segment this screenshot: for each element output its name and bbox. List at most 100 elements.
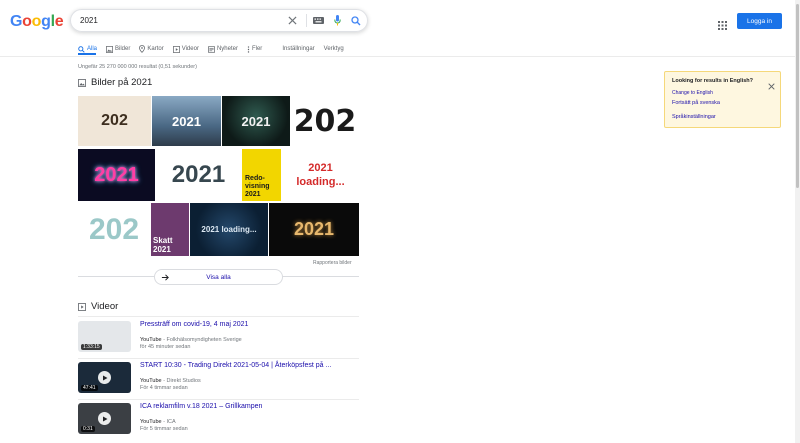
search-divider [306, 14, 307, 27]
image-text: Skatt 2021 [153, 236, 173, 254]
video-platform: YouTube [140, 337, 162, 343]
image-result[interactable]: Redo-visning 2021 [242, 149, 281, 201]
image-result[interactable]: 202 [78, 203, 150, 256]
microphone-icon[interactable] [329, 13, 345, 29]
logo-letter: e [54, 13, 64, 30]
image-text: 2021 [171, 161, 226, 188]
image-icon [78, 78, 86, 87]
video-time: för 45 minuter sedan [140, 344, 191, 350]
video-title[interactable]: Pressträff om covid-19, 4 maj 2021 [140, 321, 248, 328]
video-channel: ICA [166, 419, 176, 425]
video-channel: Folkhälsomyndigheten Sverige [166, 337, 242, 343]
continue-swedish-link[interactable]: Fortsätt på svenska [672, 100, 720, 106]
image-icon [106, 45, 113, 53]
video-duration: 0:31 [81, 426, 95, 432]
language-suggestion-box: Looking for results in English? Change t… [664, 71, 781, 128]
image-result[interactable]: 2021 [269, 203, 359, 256]
video-channel: Direkt Studios [166, 378, 201, 384]
video-icon [172, 45, 180, 53]
scrollbar[interactable] [795, 0, 800, 443]
video-result[interactable]: 0:31 ICA reklamfilm v.18 2021 – Grillkam… [78, 403, 359, 442]
video-duration: 1:33:15 [81, 344, 102, 350]
language-settings-link[interactable]: Språkinställningar [672, 114, 716, 120]
image-result[interactable]: 2021 [152, 96, 221, 146]
tab-more[interactable]: Fler [247, 45, 262, 53]
video-divider [78, 399, 359, 400]
video-time: För 5 timmar sedan [140, 426, 188, 432]
image-text: 2021 loading... [296, 162, 345, 188]
video-source: YouTube · Direkt Studios [140, 378, 201, 384]
arrow-right-icon [161, 274, 169, 281]
video-time: För 4 timmar sedan [140, 385, 188, 391]
tab-images[interactable]: Bilder [106, 45, 131, 53]
images-section-title: Bilder på 2021 [78, 77, 152, 88]
image-result[interactable]: 2021 [156, 149, 241, 201]
videos-divider [78, 316, 359, 317]
image-result[interactable]: 2021 loading... [190, 203, 268, 256]
login-button[interactable]: Logga in [737, 13, 782, 29]
image-result[interactable]: 2021 loading... [282, 149, 359, 201]
section-heading: Videor [91, 301, 119, 312]
tab-label: Nyheter [216, 46, 238, 52]
search-input[interactable]: 2021 [80, 16, 284, 25]
image-text: Redo-visning 2021 [245, 175, 270, 198]
tab-label: Alla [87, 46, 98, 52]
video-result[interactable]: 1:33:15 Pressträff om covid-19, 4 maj 20… [78, 321, 359, 360]
play-icon [98, 371, 111, 384]
image-text: 2021 [94, 163, 139, 186]
play-icon [98, 412, 111, 425]
map-pin-icon [139, 45, 146, 53]
image-result[interactable]: 2021 [222, 96, 290, 146]
image-result[interactable]: Skatt 2021 [151, 203, 189, 256]
image-text: 202 [293, 103, 357, 139]
image-result[interactable]: 202 [291, 96, 359, 146]
video-thumbnail[interactable]: 47:41 [78, 362, 131, 393]
video-platform: YouTube [140, 419, 162, 425]
result-stats: Ungefär 25 270 000 000 resultat (0,51 se… [78, 64, 197, 70]
change-to-english-link[interactable]: Change to English [672, 90, 713, 96]
video-source: YouTube · Folkhälsomyndigheten Sverige [140, 337, 242, 343]
video-thumbnail[interactable]: 1:33:15 [78, 321, 131, 352]
video-title[interactable]: START 10:30 - Trading Direkt 2021-05-04 … [140, 362, 331, 369]
search-icon[interactable] [348, 13, 364, 29]
header-divider [0, 56, 795, 57]
tab-videos[interactable]: Videor [172, 45, 199, 53]
logo-letter: g [41, 13, 51, 30]
google-logo[interactable]: Google [10, 13, 64, 31]
image-result[interactable]: 202 [78, 96, 151, 146]
image-result[interactable]: 2021 [78, 149, 155, 201]
language-question: Looking for results in English? [672, 78, 753, 84]
report-images-link[interactable]: Rapportera bilder [313, 260, 352, 266]
video-source: YouTube · ICA [140, 419, 176, 425]
more-vert-icon [247, 45, 250, 53]
tab-label: Bilder [115, 46, 131, 52]
video-title[interactable]: ICA reklamfilm v.18 2021 – Grillkampen [140, 403, 262, 410]
image-text: 2021 [241, 113, 271, 129]
scrollbar-thumb[interactable] [796, 4, 799, 188]
video-icon [78, 302, 86, 311]
video-result[interactable]: 47:41 START 10:30 - Trading Direkt 2021-… [78, 362, 359, 401]
search-icon [78, 45, 85, 53]
tab-news[interactable]: Nyheter [208, 45, 238, 53]
search-box[interactable]: 2021 [70, 9, 368, 32]
logo-letter: G [10, 13, 23, 30]
image-text: 2021 [293, 219, 335, 239]
search-tabs: Alla Bilder Kartor Videor Nyheter Fler I… [78, 43, 353, 55]
tab-tools[interactable]: Verktyg [324, 46, 344, 52]
tab-maps[interactable]: Kartor [139, 45, 164, 53]
video-thumbnail[interactable]: 0:31 [78, 403, 131, 434]
close-icon[interactable] [768, 77, 775, 95]
section-heading: Bilder på 2021 [91, 77, 153, 88]
tab-settings[interactable]: Inställningar [282, 46, 314, 52]
tab-label: Kartor [147, 46, 164, 52]
apps-grid-icon[interactable] [718, 17, 727, 30]
logo-letter: o [31, 13, 42, 30]
see-all-label: Visa alla [206, 273, 231, 281]
tab-all[interactable]: Alla [78, 45, 98, 53]
tab-label: Inställningar [282, 46, 315, 52]
see-all-images-button[interactable]: Visa alla [154, 269, 283, 285]
video-platform: YouTube [140, 378, 162, 384]
clear-icon[interactable] [284, 13, 300, 29]
keyboard-icon[interactable] [310, 13, 326, 29]
image-text: 2021 [172, 113, 201, 129]
